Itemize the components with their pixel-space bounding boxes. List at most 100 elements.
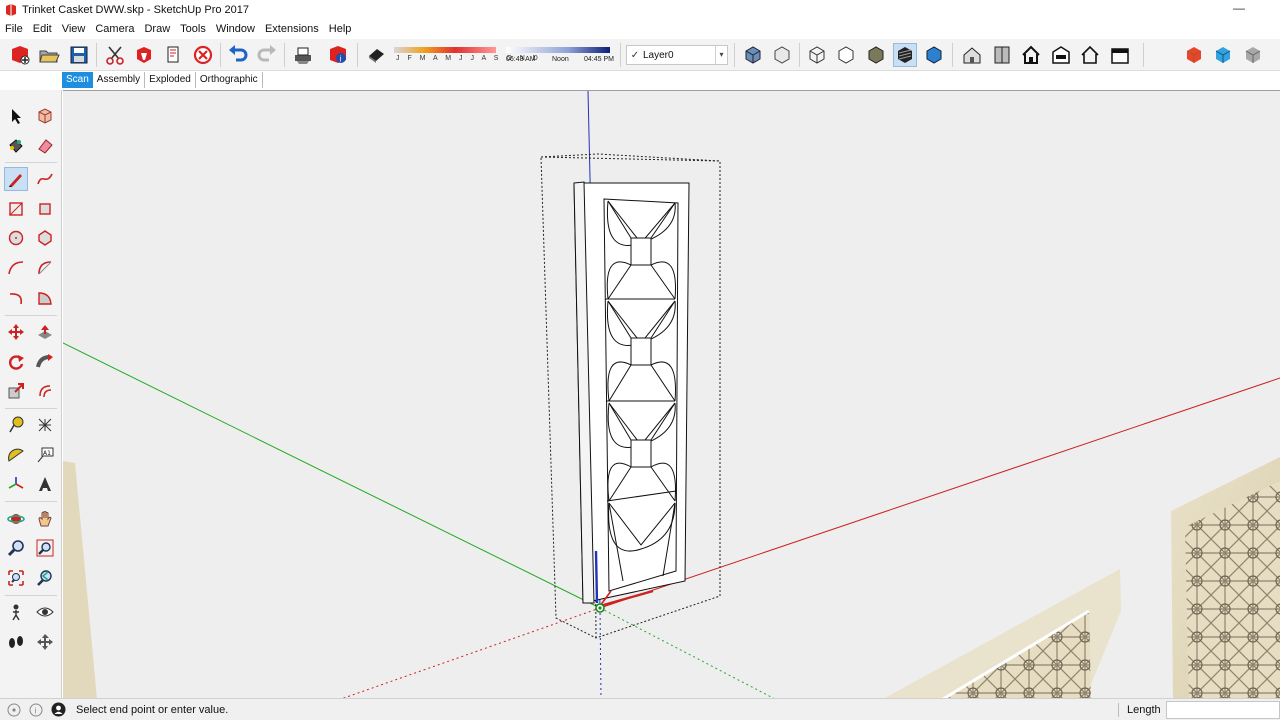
top-view-button[interactable] — [990, 43, 1014, 67]
eraser-tool[interactable] — [33, 134, 57, 158]
open-button[interactable] — [37, 43, 61, 67]
zoom-tool[interactable] — [4, 536, 28, 560]
freehand-tool[interactable] — [33, 167, 57, 191]
tab-exploded[interactable]: Exploded — [145, 71, 196, 88]
menu-view[interactable]: View — [62, 23, 86, 35]
paint-bucket-tool[interactable] — [4, 134, 28, 158]
3d-warehouse-button[interactable] — [1211, 43, 1235, 67]
menu-help[interactable]: Help — [329, 23, 352, 35]
circle-tool[interactable] — [4, 226, 28, 250]
polygon-tool[interactable] — [33, 226, 57, 250]
shaded-textures-button[interactable] — [893, 43, 917, 67]
undo-button[interactable] — [226, 43, 250, 67]
credits-icon[interactable]: i — [28, 702, 44, 718]
previous-view-tool[interactable] — [33, 566, 57, 590]
hidden-line-icon — [838, 46, 854, 64]
hidden-line-button[interactable] — [834, 43, 858, 67]
save-button[interactable] — [67, 43, 91, 67]
look-around-tool[interactable] — [33, 600, 57, 624]
menu-edit[interactable]: Edit — [33, 23, 52, 35]
date-slider[interactable] — [394, 47, 496, 53]
walk-tool[interactable] — [4, 630, 28, 654]
back-edges-button[interactable] — [770, 43, 794, 67]
section-plane-tool[interactable] — [33, 630, 57, 654]
follow-me-tool[interactable] — [33, 350, 57, 374]
erase-button[interactable] — [161, 43, 185, 67]
redo-button[interactable] — [255, 43, 279, 67]
tab-orthographic[interactable]: Orthographic — [196, 71, 263, 88]
shaded-icon — [868, 46, 884, 64]
tab-scan[interactable]: Scan — [62, 71, 93, 88]
rectangle-tool[interactable] — [4, 197, 28, 221]
move-tool[interactable] — [4, 320, 28, 344]
geo-location-icon[interactable] — [6, 702, 22, 718]
model-info-button[interactable]: i — [326, 43, 350, 67]
orbit-tool[interactable] — [4, 507, 28, 531]
right-view-button[interactable] — [1049, 43, 1073, 67]
arc-tool[interactable] — [4, 256, 28, 280]
outline-house-icon — [1081, 45, 1099, 64]
top-view-icon — [994, 46, 1010, 64]
time-slider[interactable] — [506, 47, 610, 53]
menu-window[interactable]: Window — [216, 23, 255, 35]
text-tool[interactable]: A1 — [33, 443, 57, 467]
carved-panel-component[interactable] — [573, 181, 690, 604]
user-account-icon[interactable] — [50, 702, 66, 718]
pan-tool[interactable] — [33, 507, 57, 531]
shaded-button[interactable] — [864, 43, 888, 67]
left-view-button[interactable] — [1108, 43, 1132, 67]
zoom-extents-tool[interactable] — [4, 566, 28, 590]
drawing-area[interactable] — [63, 90, 1280, 698]
two-point-arc-tool[interactable] — [33, 256, 57, 280]
new-model-button[interactable] — [8, 43, 32, 67]
menu-camera[interactable]: Camera — [95, 23, 134, 35]
make-component-tool[interactable] — [33, 104, 57, 128]
layout-button[interactable] — [1241, 43, 1265, 67]
position-camera-tool[interactable] — [4, 600, 28, 624]
push-pull-tool[interactable] — [33, 320, 57, 344]
measurements-input[interactable] — [1166, 701, 1280, 719]
two-point-arc-icon — [38, 261, 52, 275]
layer-dropdown[interactable]: ✓ Layer0 ▾ — [626, 45, 728, 65]
select-tool[interactable] — [4, 104, 28, 128]
scale-tool[interactable] — [4, 379, 28, 403]
wireframe-button[interactable] — [805, 43, 829, 67]
menu-tools[interactable]: Tools — [180, 23, 206, 35]
offset-tool[interactable] — [33, 379, 57, 403]
rotated-rectangle-tool[interactable] — [33, 197, 57, 221]
iso-view-button[interactable] — [960, 43, 984, 67]
zoom-window-tool[interactable] — [33, 536, 57, 560]
front-view-button[interactable] — [1019, 43, 1043, 67]
paint-bucket-icon — [137, 47, 151, 63]
menu-extensions[interactable]: Extensions — [265, 23, 319, 35]
menu-file[interactable]: File — [5, 23, 23, 35]
shadows-toggle-button[interactable] — [364, 43, 388, 67]
cut-button[interactable] — [103, 43, 127, 67]
cancel-button[interactable] — [191, 43, 215, 67]
pie-icon — [38, 292, 52, 305]
rotate-tool[interactable] — [4, 350, 28, 374]
pencil-icon — [9, 174, 22, 187]
monochrome-button[interactable] — [922, 43, 946, 67]
tab-assembly[interactable]: Assembly — [93, 71, 146, 88]
minimize-button[interactable]: — — [1232, 2, 1246, 16]
text-icon: A1 — [37, 447, 54, 463]
redo-icon — [257, 45, 276, 62]
menu-draw[interactable]: Draw — [144, 23, 170, 35]
dimension-tool[interactable] — [33, 413, 57, 437]
back-view-button[interactable] — [1078, 43, 1102, 67]
line-tool[interactable] — [4, 167, 28, 191]
axis-green-negative — [599, 607, 775, 698]
axes-tool[interactable] — [4, 472, 28, 496]
protractor-tool[interactable] — [4, 443, 28, 467]
print-button[interactable] — [291, 43, 315, 67]
tape-measure-tool[interactable] — [4, 413, 28, 437]
3d-text-tool[interactable] — [33, 472, 57, 496]
pie-tool[interactable] — [33, 286, 57, 310]
xray-style-button[interactable] — [741, 43, 765, 67]
paint-bucket-button[interactable] — [132, 43, 156, 67]
extension-warehouse-button[interactable] — [1182, 43, 1206, 67]
tape-measure-icon — [9, 416, 24, 433]
three-point-arc-tool[interactable] — [4, 286, 28, 310]
chevron-down-icon[interactable]: ▾ — [715, 46, 727, 64]
